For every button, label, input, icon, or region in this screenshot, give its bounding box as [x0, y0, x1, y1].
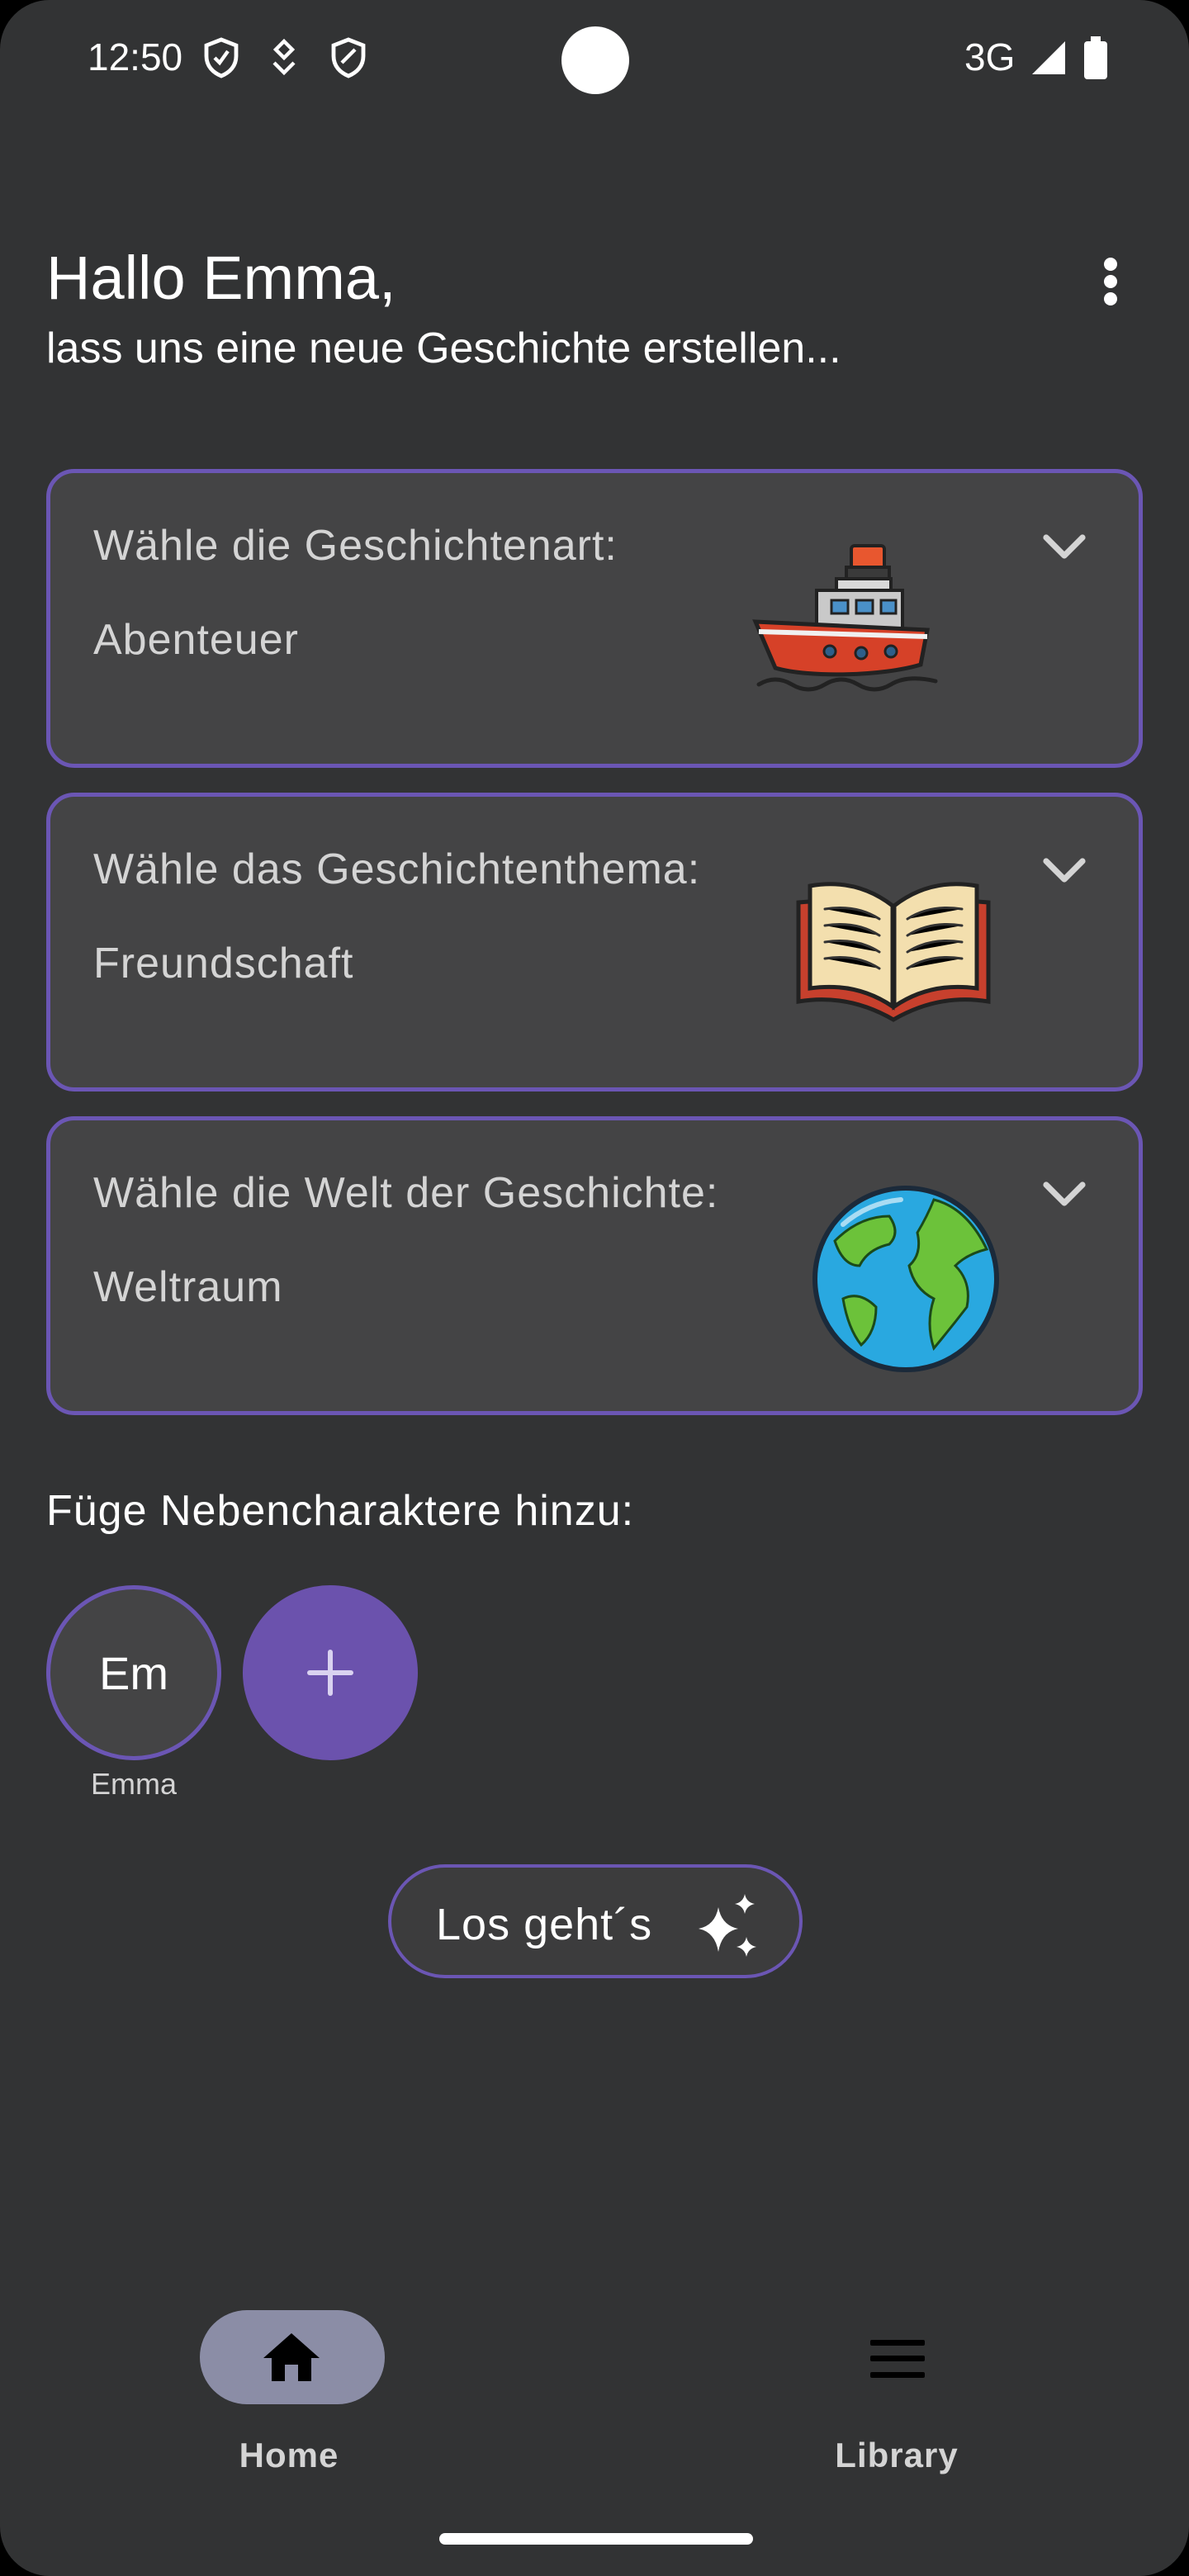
phone-screen: 12:50 3G Hallo Emma, lass uns eine neue …	[0, 0, 1189, 2576]
camera-cutout	[561, 26, 629, 94]
list-line	[870, 2340, 925, 2346]
home-icon	[263, 2333, 320, 2381]
chevron-down-icon	[1043, 534, 1086, 559]
story-world-dropdown[interactable]: Wähle die Welt der Geschichte: Weltraum	[46, 1116, 1143, 1415]
add-character-button[interactable]	[243, 1585, 418, 1760]
gesture-handle[interactable]	[439, 2533, 753, 2545]
story-world-label: Wähle die Welt der Geschichte:	[93, 1169, 719, 1217]
list-line	[870, 2372, 925, 2378]
more-vert-dot	[1104, 275, 1117, 288]
story-type-value: Abenteuer	[93, 616, 299, 664]
nav-home[interactable]: Home	[149, 2279, 429, 2485]
more-vert-dot	[1104, 292, 1117, 305]
start-story-label: Los geht´s	[436, 1900, 653, 1949]
signal-icon	[1032, 41, 1065, 74]
character-avatar[interactable]: Em	[46, 1585, 221, 1760]
plus-icon-vertical	[328, 1650, 333, 1696]
greeting-subtitle: lass uns eine neue Geschichte erstellen.…	[46, 324, 841, 372]
start-story-button[interactable]: Los geht´s	[388, 1864, 803, 1978]
greeting-title: Hallo Emma,	[46, 244, 396, 312]
network-type: 3G	[964, 36, 1016, 78]
side-characters-label: Füge Nebencharaktere hinzu:	[46, 1487, 635, 1535]
character-name: Emma	[90, 1767, 177, 1801]
shield-icon	[204, 37, 239, 78]
bottom-navigation: Home Library	[0, 2279, 1189, 2576]
shield-icon	[331, 37, 366, 78]
location-icon	[272, 38, 296, 76]
battery-icon	[1084, 36, 1107, 79]
story-world-value: Weltraum	[93, 1263, 283, 1311]
overflow-menu-button[interactable]	[1082, 244, 1139, 319]
story-theme-label: Wähle das Geschichtenthema:	[93, 845, 701, 893]
more-vert-icon	[1104, 258, 1117, 271]
status-time: 12:50	[88, 36, 183, 78]
chevron-down-icon	[1043, 858, 1086, 883]
nav-library-label: Library	[835, 2436, 959, 2474]
story-type-label: Wähle die Geschichtenart:	[93, 522, 618, 570]
status-bar: 12:50 3G	[0, 0, 1189, 116]
list-line	[870, 2356, 925, 2361]
list-icon	[870, 2340, 925, 2378]
chevron-down-icon	[1043, 1181, 1086, 1206]
story-theme-dropdown[interactable]: Wähle das Geschichtenthema: Freundschaft	[46, 793, 1143, 1091]
sparkle-icon	[699, 1894, 756, 1957]
character-initials: Em	[99, 1646, 168, 1699]
ship-icon	[752, 544, 938, 692]
globe-icon	[812, 1186, 999, 1372]
nav-library[interactable]: Library	[756, 2279, 1037, 2485]
story-type-dropdown[interactable]: Wähle die Geschichtenart: Abenteuer	[46, 469, 1143, 768]
story-theme-value: Freundschaft	[93, 940, 354, 987]
book-icon	[796, 882, 991, 1022]
nav-home-label: Home	[239, 2436, 339, 2474]
